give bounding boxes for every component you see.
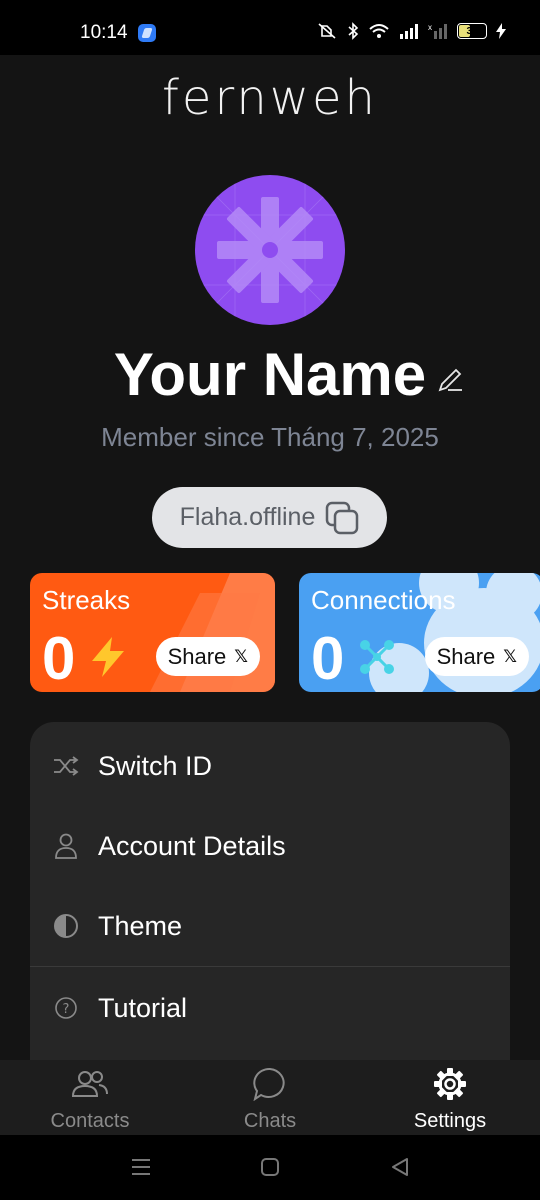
menu-item-theme[interactable]: Theme <box>30 886 510 966</box>
status-icons: x 38 <box>316 22 506 40</box>
streaks-share-button[interactable]: Share 𝕏 <box>155 637 260 676</box>
menu-divider <box>30 966 510 967</box>
back-icon[interactable] <box>390 1157 410 1177</box>
home-icon[interactable] <box>260 1157 280 1177</box>
help-icon: ? <box>52 994 80 1022</box>
connections-title: Connections <box>311 585 456 615</box>
profile-name: Your Name <box>113 341 427 408</box>
network-icon <box>360 640 394 674</box>
bottom-nav: Contacts Chats Settings <box>0 1060 540 1135</box>
gear-icon <box>430 1066 470 1102</box>
status-time: 10:14 <box>80 22 128 43</box>
menu-item-label: Switch ID <box>98 750 213 781</box>
connections-card[interactable]: Connections 0 Share 𝕏 <box>299 573 540 692</box>
charging-icon <box>496 23 506 39</box>
menu-item-label: Tutorial <box>98 992 188 1023</box>
avatar-pattern-icon <box>195 175 345 325</box>
streaks-title: Streaks <box>42 585 131 615</box>
nav-chats[interactable]: Chats <box>180 1060 360 1135</box>
battery-icon: 38 <box>457 23 487 39</box>
chat-bubble-icon <box>250 1066 290 1102</box>
x-logo-icon: 𝕏 <box>234 646 248 666</box>
user-id-pill[interactable]: Flaha.offline <box>152 487 387 548</box>
app-logo: fernweh <box>162 70 378 126</box>
svg-text:x: x <box>428 23 432 32</box>
people-icon <box>70 1066 110 1102</box>
wifi-icon <box>369 24 389 38</box>
nav-settings[interactable]: Settings <box>360 1060 540 1135</box>
nav-contacts[interactable]: Contacts <box>0 1060 180 1135</box>
menu-item-label: Theme <box>98 910 183 941</box>
status-bar: 10:14 x 38 <box>0 0 540 55</box>
mute-vibrate-icon <box>318 23 336 39</box>
user-icon <box>52 832 80 860</box>
menu-item-tutorial[interactable]: ? Tutorial <box>30 968 510 1048</box>
share-label: Share <box>167 643 227 669</box>
connections-count: 0 <box>311 625 345 692</box>
signal-no-sim-icon: x <box>428 23 447 39</box>
bluetooth-icon <box>348 22 359 40</box>
system-nav-bar <box>0 1135 540 1200</box>
nav-label: Contacts <box>50 1110 130 1132</box>
streaks-count: 0 <box>42 625 76 692</box>
nav-label: Chats <box>243 1110 297 1132</box>
settings-menu: Switch ID Account Details Theme ? Tutori… <box>30 722 510 1082</box>
member-since: Member since Tháng 7, 2025 <box>101 422 439 452</box>
nav-label: Settings <box>413 1110 487 1132</box>
edit-pencil-icon[interactable] <box>436 366 464 394</box>
menu-item-account-details[interactable]: Account Details <box>30 806 510 886</box>
shuffle-icon <box>52 752 80 780</box>
app-notification-icon <box>138 24 156 42</box>
recent-apps-icon[interactable] <box>130 1157 152 1177</box>
x-logo-icon: 𝕏 <box>503 646 517 666</box>
half-circle-icon <box>52 912 80 940</box>
svg-text:?: ? <box>63 1002 70 1017</box>
connections-share-button[interactable]: Share 𝕏 <box>424 637 529 676</box>
streaks-card[interactable]: Streaks 0 Share 𝕏 <box>30 573 275 692</box>
menu-item-label: Account Details <box>98 830 286 861</box>
avatar[interactable] <box>195 175 345 325</box>
signal-icon <box>400 24 418 39</box>
user-id-text: Flaha.offline <box>179 503 316 531</box>
lightning-icon <box>92 637 124 677</box>
copy-icon[interactable] <box>325 501 359 535</box>
menu-item-switch-id[interactable]: Switch ID <box>30 726 510 806</box>
share-label: Share <box>436 643 496 669</box>
